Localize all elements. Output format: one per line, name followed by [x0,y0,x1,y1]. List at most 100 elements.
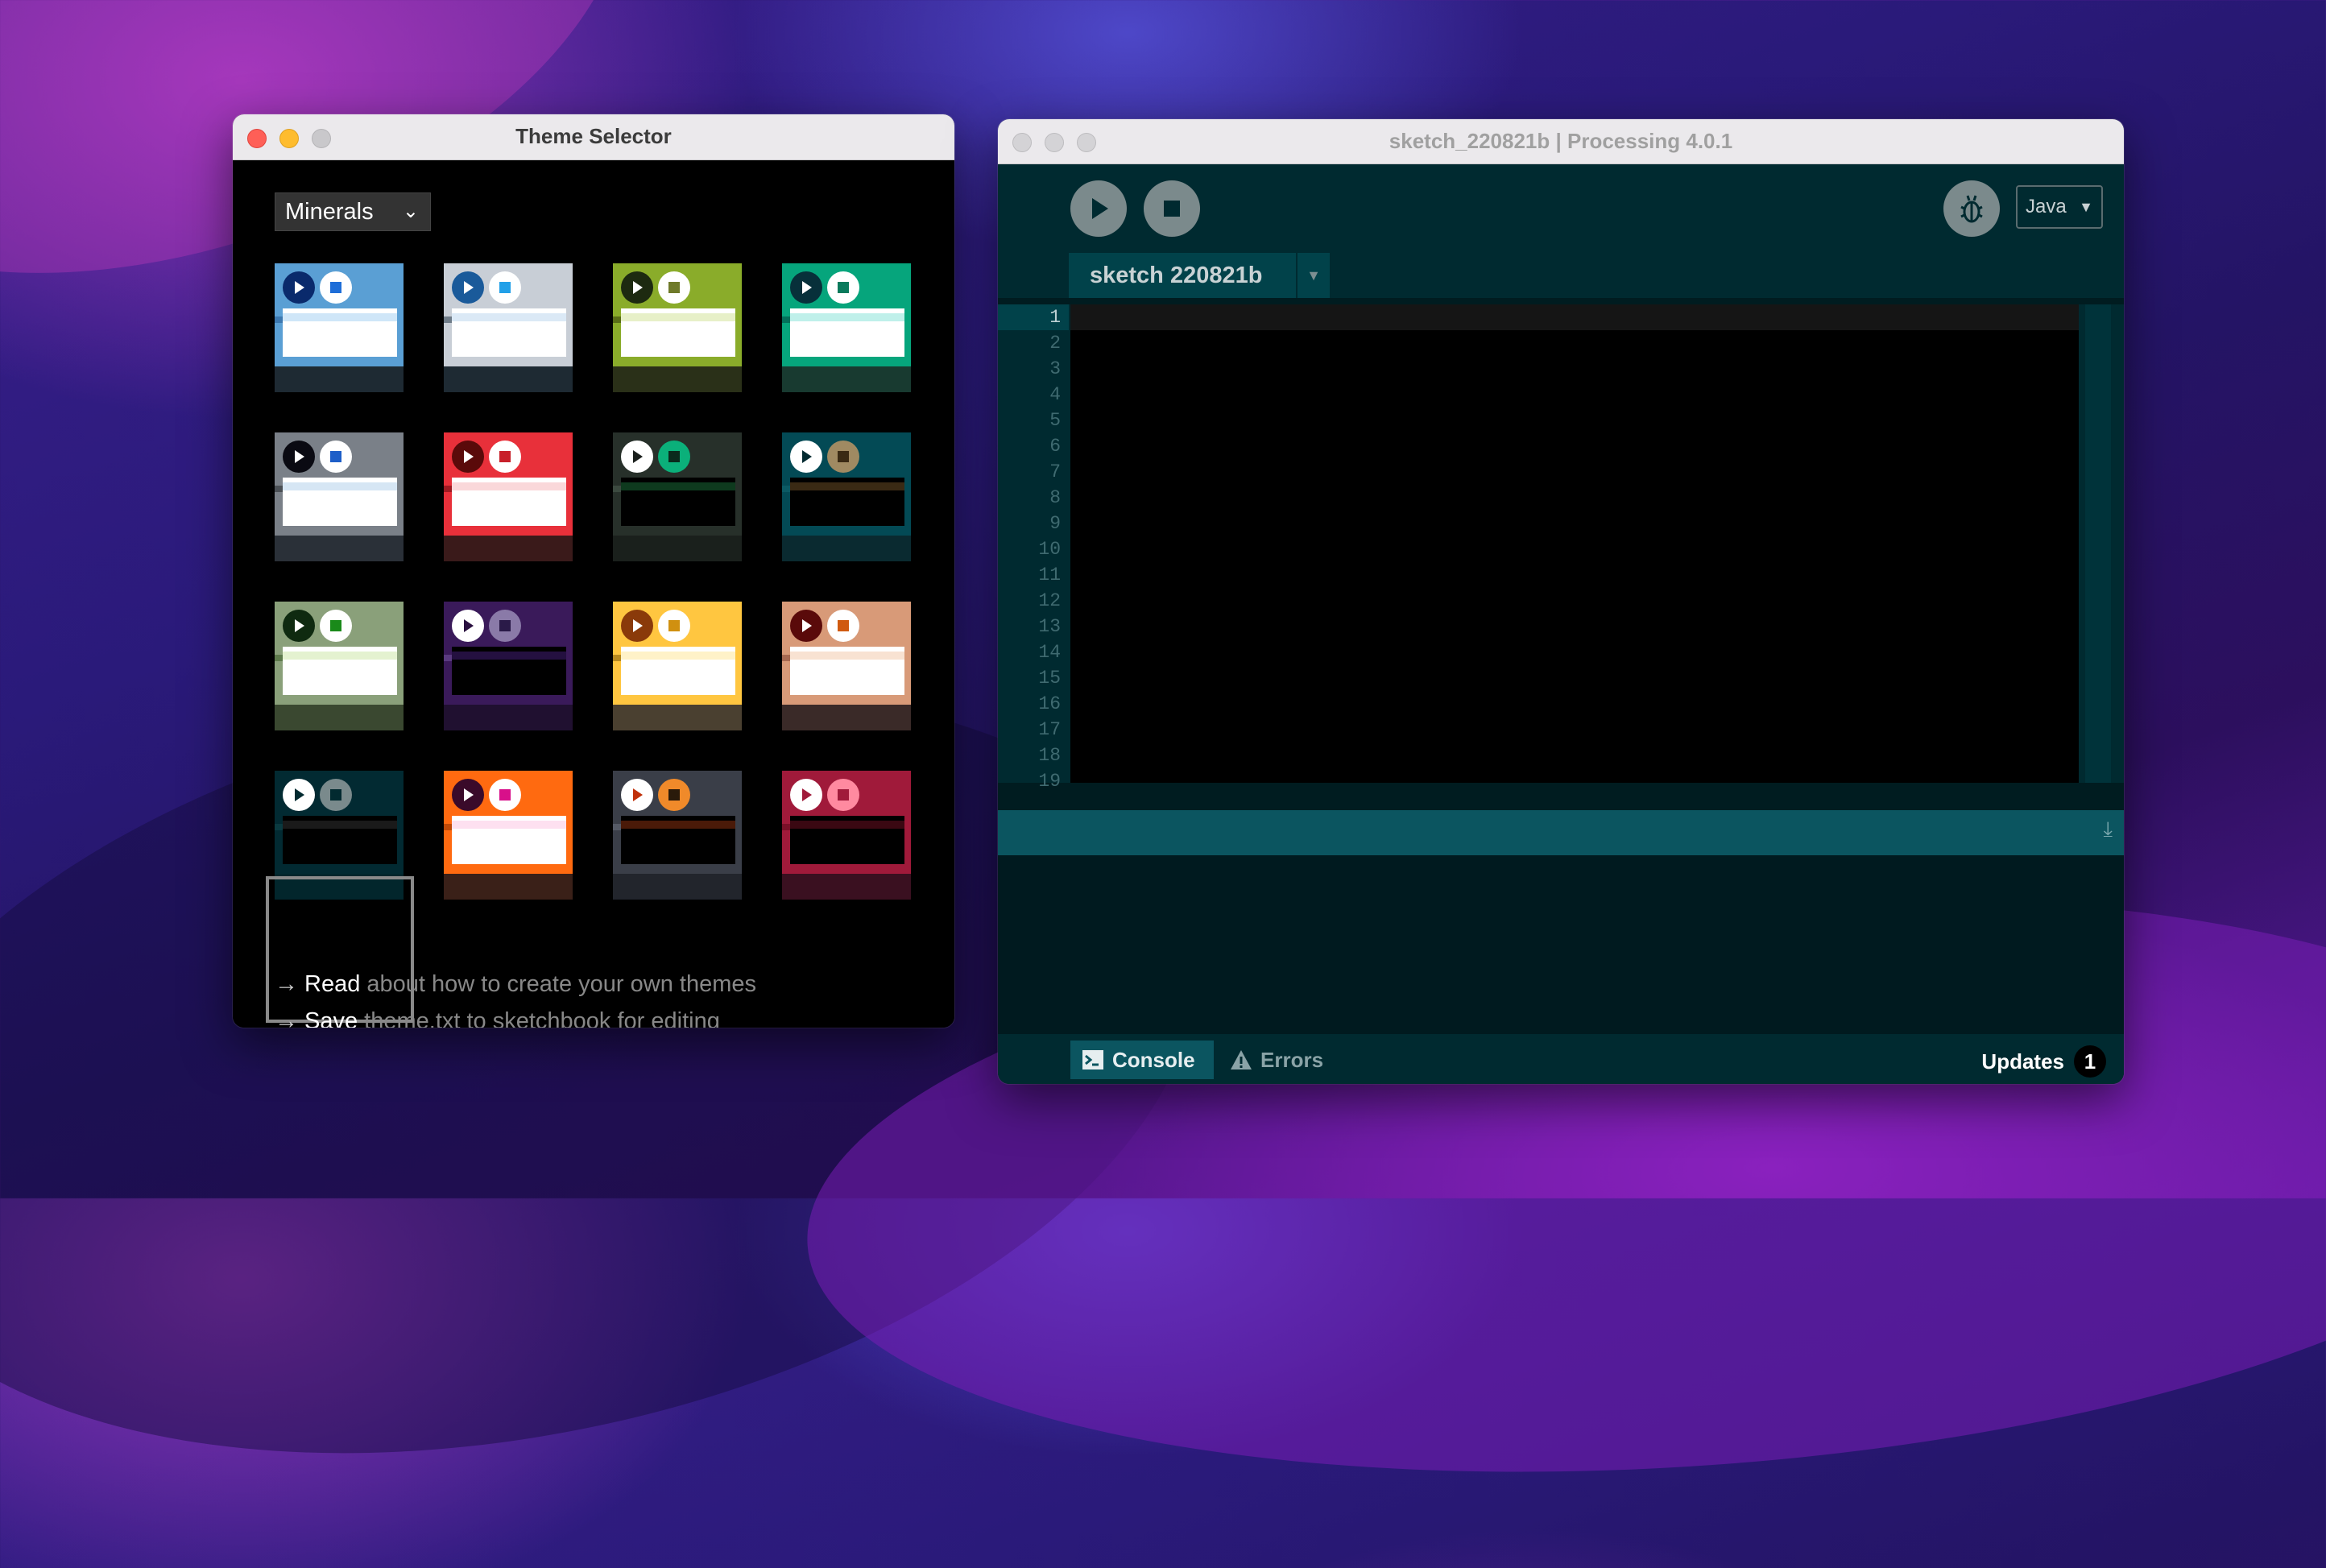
theme-thumbnail[interactable] [444,771,573,900]
theme-thumbnail-footer [613,536,742,561]
theme-thumbnail-line-highlight [452,313,566,321]
theme-selector-titlebar[interactable]: Theme Selector [233,114,954,160]
arrow-right-icon: → [275,1008,298,1028]
theme-thumbnail-line-highlight [283,821,397,829]
theme-thumbnail-gutter [782,824,790,830]
console-divider[interactable]: ⤓ [998,810,2124,855]
debug-button[interactable] [1943,180,2000,237]
theme-thumbnail[interactable] [444,432,573,561]
bug-icon [1960,195,1983,223]
theme-thumbnail-gutter [275,655,283,661]
stop-icon [320,441,352,473]
stop-icon [827,779,859,811]
theme-thumbnail-footer [782,536,911,561]
theme-set-dropdown[interactable]: Minerals ⌄ [275,192,431,231]
stop-button[interactable] [1144,180,1200,237]
theme-thumbnail[interactable] [444,263,573,392]
line-number: 1 [1049,307,1061,328]
line-number: 11 [1038,565,1061,585]
theme-thumbnail[interactable] [613,432,742,561]
line-number: 18 [1038,745,1061,766]
theme-thumbnail-footer [444,536,573,561]
line-number: 2 [1049,333,1061,354]
theme-thumbnail-line-highlight [452,652,566,660]
play-icon [621,779,653,811]
theme-thumbnail-footer [444,366,573,392]
theme-thumbnail-footer [275,874,404,900]
tab-errors[interactable]: Errors [1230,1041,1323,1079]
theme-thumbnail[interactable] [782,602,911,730]
line-number: 16 [1038,693,1061,714]
console-output[interactable] [998,855,2124,1034]
theme-thumbnail-gutter [613,316,621,323]
save-link-row: → Save theme.txt to sketchbook for editin… [275,1003,756,1028]
play-icon [452,271,484,304]
theme-thumbnail-gutter [782,316,790,323]
play-icon [283,441,315,473]
read-link-row: → Read about how to create your own theme… [275,966,756,1003]
collapse-console-icon[interactable]: ⤓ [2104,817,2113,842]
play-icon [790,779,822,811]
theme-thumbnail[interactable] [782,771,911,900]
theme-thumbnail[interactable] [613,602,742,730]
theme-thumbnail[interactable] [782,432,911,561]
tab-menu-button[interactable]: ▼ [1298,253,1330,298]
theme-thumbnail-footer [782,705,911,730]
theme-thumbnail-footer [444,705,573,730]
theme-thumbnail-footer [444,874,573,900]
updates-button[interactable]: Updates 1 [1981,1045,2106,1078]
tab-sketch[interactable]: sketch 220821b [1069,253,1296,298]
run-button[interactable] [1070,180,1127,237]
read-link-text: about how to create your own themes [360,971,756,997]
theme-thumbnail-line-highlight [790,821,904,829]
theme-thumbnail-footer [613,366,742,392]
tab-console[interactable]: Console [1070,1041,1214,1079]
theme-thumbnail-line-highlight [283,313,397,321]
theme-thumbnail[interactable] [275,432,404,561]
stop-icon [489,610,521,642]
theme-thumbnail[interactable] [275,263,404,392]
line-number: 4 [1049,384,1061,405]
play-icon [621,610,653,642]
theme-thumbnail-gutter [275,824,283,830]
theme-set-selected: Minerals [285,199,374,225]
play-icon [790,441,822,473]
line-number: 9 [1049,513,1061,534]
theme-thumbnail-line-highlight [452,821,566,829]
stop-icon [658,610,690,642]
editor-vertical-scrollbar[interactable] [2085,304,2111,783]
updates-label: Updates [1981,1049,2064,1074]
sketch-tabbar: sketch 220821b ▼ [998,253,2124,298]
theme-thumbnail-gutter [275,316,283,323]
toolbar: Java ▼ [998,164,2124,253]
line-number: 17 [1038,719,1061,740]
theme-thumbnail[interactable] [613,771,742,900]
play-icon [283,271,315,304]
line-number: 3 [1049,358,1061,379]
window-title: Theme Selector [515,124,672,148]
theme-thumbnail-footer [782,874,911,900]
theme-thumbnail-line-highlight [283,482,397,490]
terminal-icon [1082,1050,1103,1069]
theme-thumbnail[interactable] [613,263,742,392]
theme-thumbnail[interactable] [444,602,573,730]
save-link[interactable]: Save [304,1008,358,1028]
processing-titlebar[interactable]: sketch_220821b | Processing 4.0.1 [998,119,2124,164]
stop-icon [658,441,690,473]
theme-thumbnail[interactable] [275,771,404,900]
current-line-highlight [1070,304,2079,330]
line-number-gutter: 1 2 3 4 5 6 7 8 9 10 11 12 13 14 15 16 17 18 19 [998,304,1069,792]
code-editor[interactable] [1070,304,2079,783]
theme-thumbnail-gutter [613,655,621,661]
theme-thumbnail-gutter [444,824,452,830]
theme-thumbnail-footer [275,366,404,392]
mode-selector[interactable]: Java ▼ [2016,185,2103,229]
stop-icon [320,271,352,304]
read-link[interactable]: Read [304,971,360,997]
theme-thumbnail[interactable] [275,602,404,730]
theme-thumbnail[interactable] [782,263,911,392]
console-label: Console [1112,1048,1195,1072]
theme-thumbnail-footer [275,536,404,561]
theme-thumbnail-line-highlight [621,313,735,321]
processing-window: sketch_220821b | Processing 4.0.1 Java ▼… [998,119,2124,1084]
